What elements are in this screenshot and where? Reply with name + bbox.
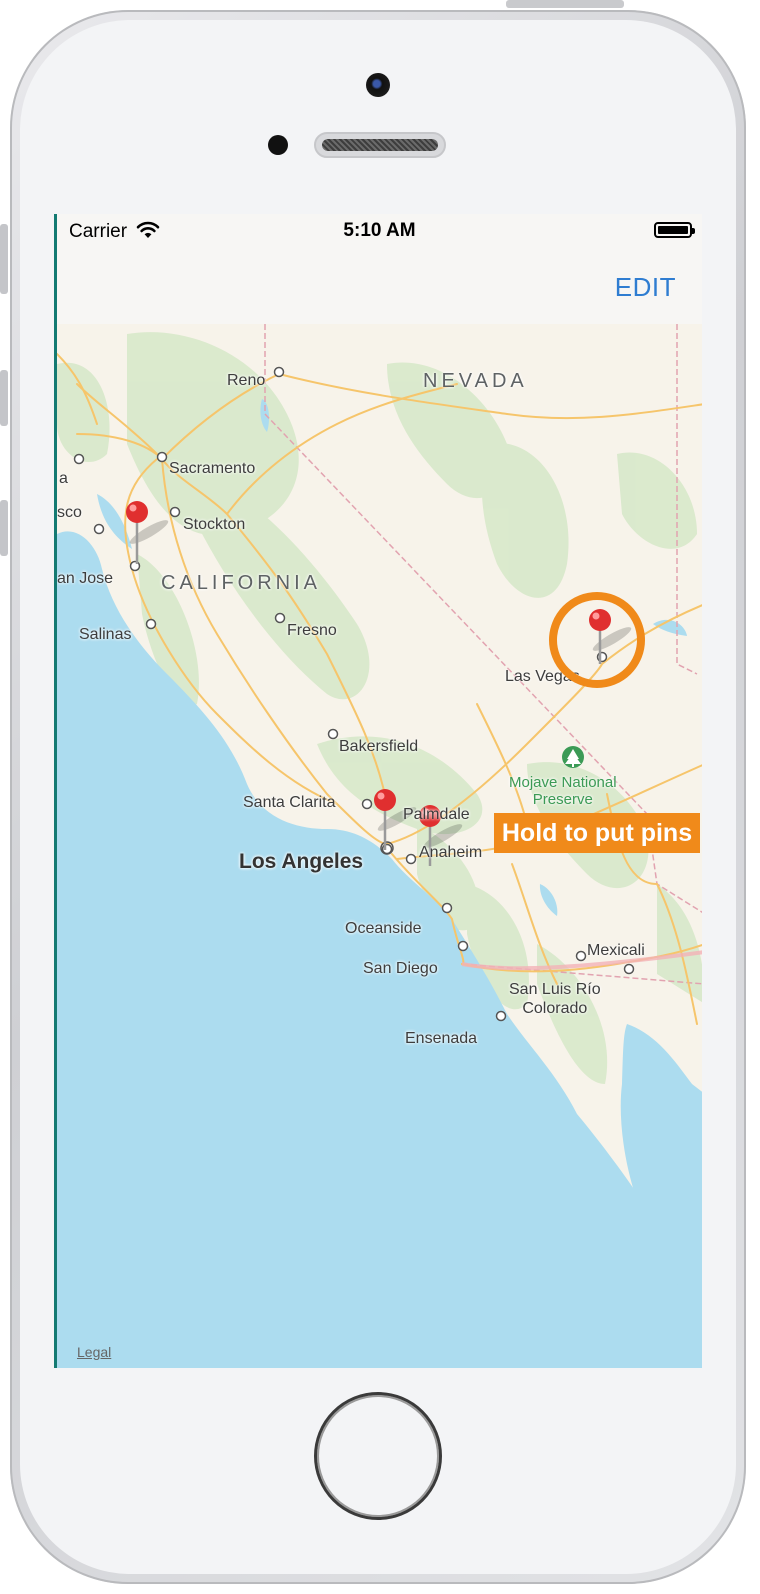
status-bar: Carrier 5:10 AM bbox=[57, 214, 702, 246]
earpiece-speaker bbox=[314, 132, 446, 158]
volume-up-button bbox=[0, 370, 8, 426]
legal-link[interactable]: Legal bbox=[77, 1344, 111, 1360]
city-label-stockton: Stockton bbox=[183, 516, 246, 533]
state-label-california: CALIFORNIA bbox=[161, 572, 322, 594]
city-label-los-angeles: Los Angeles bbox=[239, 850, 364, 873]
city-label-anaheim: Anaheim bbox=[419, 844, 483, 861]
city-label-palmdale: Palmdale bbox=[403, 806, 470, 823]
status-time: 5:10 AM bbox=[343, 220, 416, 241]
hint-banner: Hold to put pins bbox=[494, 813, 700, 853]
proximity-sensor bbox=[268, 135, 288, 155]
city-label-a-partial: a bbox=[59, 470, 68, 487]
edit-button[interactable]: EDIT bbox=[615, 272, 676, 303]
city-label-ensenada: Ensenada bbox=[405, 1030, 478, 1047]
app-screen: Carrier 5:10 AM EDIT NEVADA CALIFORNIA R… bbox=[54, 214, 702, 1368]
city-label-sf-partial: sco bbox=[57, 504, 82, 521]
park-label-mojave: Mojave National Preserve bbox=[509, 774, 617, 808]
city-label-mexicali: Mexicali bbox=[587, 942, 645, 959]
city-label-sacramento: Sacramento bbox=[169, 460, 256, 477]
front-camera bbox=[366, 73, 390, 97]
city-label-san-diego: San Diego bbox=[363, 960, 438, 977]
mute-switch bbox=[0, 224, 8, 294]
battery-icon bbox=[654, 222, 695, 238]
city-label-san-luis-rio-colorado: San Luis Río Colorado bbox=[509, 981, 601, 1017]
city-label-fresno: Fresno bbox=[287, 622, 337, 639]
map-view[interactable]: NEVADA CALIFORNIA Reno Sacramento Stockt… bbox=[57, 324, 702, 1368]
state-label-nevada: NEVADA bbox=[423, 370, 528, 392]
park-tree-icon bbox=[562, 746, 584, 768]
navigation-bar: EDIT bbox=[57, 246, 702, 325]
city-label-oceanside: Oceanside bbox=[345, 920, 422, 937]
highlight-ring bbox=[549, 592, 645, 688]
city-label-reno: Reno bbox=[227, 372, 266, 389]
power-button bbox=[506, 0, 624, 8]
home-button[interactable] bbox=[314, 1392, 442, 1520]
volume-down-button bbox=[0, 500, 8, 556]
city-label-salinas: Salinas bbox=[79, 626, 132, 643]
city-label-bakersfield: Bakersfield bbox=[339, 738, 419, 755]
city-label-san-jose: an Jose bbox=[57, 570, 114, 587]
city-label-santa-clarita: Santa Clarita bbox=[243, 794, 336, 811]
